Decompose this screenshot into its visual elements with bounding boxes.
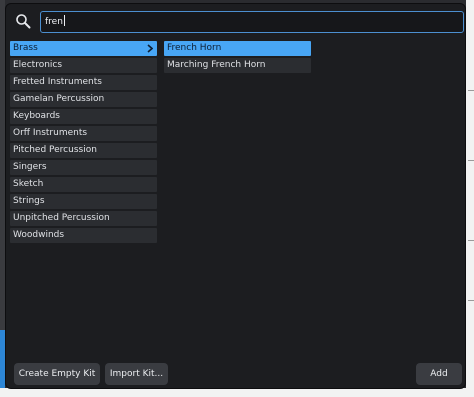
category-item-label: Sketch [13,179,44,189]
instrument-item[interactable]: French Horn [164,41,311,56]
category-item[interactable]: Woodwinds [10,228,157,243]
background-score-bottom [0,388,474,397]
category-item-label: Fretted Instruments [13,77,102,87]
category-item-label: Strings [13,196,45,206]
chevron-right-icon [147,44,153,53]
category-item[interactable]: Sketch [10,177,157,192]
search-icon [15,13,31,29]
category-item-label: Pitched Percussion [13,145,97,155]
background-score [466,0,474,397]
category-item[interactable]: Keyboards [10,109,157,124]
search-input[interactable]: fren [40,11,464,33]
category-item-label: Brass [13,43,38,53]
category-item-label: Unpitched Percussion [13,213,110,223]
category-item[interactable]: Singers [10,160,157,175]
category-list: Brass Electronics Fretted Instruments Gamel… [10,41,157,245]
category-item-label: Orff Instruments [13,128,88,138]
import-kit-button[interactable]: Import Kit... [105,363,168,385]
instrument-picker-dialog: fren Brass Electronics Fretted Instruments… [5,3,466,389]
category-item-label: Gamelan Percussion [13,94,105,104]
add-button[interactable]: Add [416,363,462,385]
instrument-item[interactable]: Marching French Horn [164,58,311,73]
category-item[interactable]: Pitched Percussion [10,143,157,158]
category-item-label: Woodwinds [13,230,65,240]
category-item[interactable]: Electronics [10,58,157,73]
text-caret [63,15,65,26]
search-input-value: fren [45,17,63,27]
category-item[interactable]: Orff Instruments [10,126,157,141]
search-row: fren [6,4,465,38]
instrument-item-label: French Horn [167,43,222,53]
category-item[interactable]: Strings [10,194,157,209]
dialog-footer: Create Empty Kit Import Kit... Add [6,359,465,388]
category-item-label: Electronics [13,60,63,70]
category-item-label: Keyboards [13,111,60,121]
instrument-item-label: Marching French Horn [167,60,266,70]
create-empty-kit-button[interactable]: Create Empty Kit [14,363,100,385]
category-item[interactable]: Gamelan Percussion [10,92,157,107]
category-item[interactable]: Brass [10,41,157,56]
category-item[interactable]: Fretted Instruments [10,75,157,90]
category-item-label: Singers [13,162,47,172]
category-item[interactable]: Unpitched Percussion [10,211,157,226]
instrument-list: French Horn Marching French Horn [164,41,311,75]
